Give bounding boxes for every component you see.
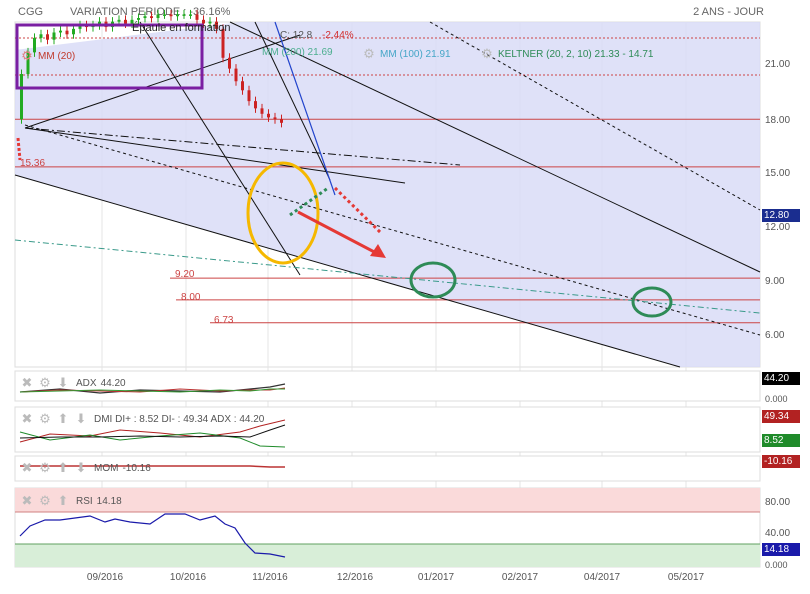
rsi-legend: ✖ ⚙ ⬆ RSI 14.18 (20, 493, 122, 508)
y-tick: 0.000 (765, 394, 788, 404)
candle-body (143, 16, 147, 19)
candle-body (39, 34, 43, 38)
candle-body (267, 113, 270, 118)
mm20-legend[interactable]: ⚙ MM (20) (20, 49, 75, 63)
mom-badge: -10.16 (762, 455, 800, 468)
candle-body (280, 119, 283, 123)
candle-body (59, 30, 62, 33)
x-tick: 10/2016 (169, 572, 207, 583)
dmi-plus-badge: 8.52 (762, 434, 800, 447)
adx-legend: ✖ ⚙ ⬇ ADX 44.20 (20, 375, 126, 390)
level-label: 9.20 (175, 269, 195, 280)
adx-badge: 44.20 (762, 372, 800, 385)
last-price-badge: 12.80 (762, 209, 800, 222)
candle-body (247, 90, 251, 102)
mm100-legend[interactable]: ⚙ MM (100) 21.91 (362, 47, 450, 61)
x-tick: 12/2016 (336, 572, 374, 583)
arrow-down-icon[interactable]: ⬇ (74, 412, 88, 426)
y-tick: 18.00 (765, 115, 791, 126)
y-tick: 15.00 (765, 168, 791, 179)
y-tick: 0.000 (765, 560, 788, 570)
candle-body (189, 14, 192, 16)
gear-icon[interactable]: ⚙ (38, 412, 52, 426)
gear-icon[interactable]: ⚙ (38, 376, 52, 390)
candle-body (117, 19, 121, 22)
keltner-legend[interactable]: ⚙ KELTNER (20, 2, 10) 21.33 - 14.71 (480, 47, 653, 61)
y-tick: 9.00 (765, 276, 785, 287)
candle-body (182, 14, 186, 16)
arrow-up-icon[interactable]: ⬆ (56, 461, 70, 475)
mom-legend: ✖ ⚙ ⬆ ⬇ MOM -10.16 (20, 460, 151, 475)
y-tick: 40.00 (765, 528, 791, 539)
x-tick: 05/2017 (667, 572, 705, 583)
candle-body (241, 81, 244, 91)
rsi-oversold-zone (15, 544, 760, 567)
candle-body (72, 28, 75, 35)
adx-panel (14, 370, 761, 402)
candle-body (260, 108, 264, 114)
rsi-overbought-zone (15, 488, 760, 512)
x-tick: 01/2017 (417, 572, 455, 583)
candle-body (234, 68, 238, 82)
x-tick: 11/2016 (252, 572, 288, 583)
x-tick: 04/2017 (583, 572, 621, 583)
close-icon[interactable]: ✖ (20, 461, 34, 475)
dmi-minus-badge: 49.34 (762, 410, 800, 423)
candle-body (46, 34, 49, 40)
arrow-up-icon[interactable]: ⬆ (56, 412, 70, 426)
candle-body (156, 14, 160, 19)
level-label: 8.00 (181, 292, 201, 303)
price-label: C: 12.8 (280, 30, 313, 41)
gear-icon[interactable]: ⚙ (38, 494, 52, 508)
gear-icon[interactable]: ⚙ (480, 47, 494, 61)
y-tick: 80.00 (765, 497, 791, 508)
candle-body (228, 57, 231, 69)
gear-icon[interactable]: ⚙ (38, 461, 52, 475)
x-tick: 02/2017 (501, 572, 539, 583)
close-icon[interactable]: ✖ (20, 412, 34, 426)
level-label: 15.36 (20, 158, 46, 169)
arrow-up-icon[interactable]: ⬆ (56, 494, 70, 508)
candle-body (176, 14, 179, 17)
candle-body (163, 14, 166, 16)
x-tick: 09/2016 (86, 572, 124, 583)
level-label: 6.73 (214, 315, 234, 326)
candle-body (195, 14, 199, 20)
rsi-badge: 14.18 (762, 543, 800, 556)
mm200-legend[interactable]: MM (200) 21.69 (262, 47, 333, 58)
change-label: -2.44% (322, 30, 354, 41)
gear-icon[interactable]: ⚙ (362, 47, 376, 61)
dmi-legend: ✖ ⚙ ⬆ ⬇ DMI DI+ : 8.52 DI- : 49.34 ADX :… (20, 411, 265, 426)
close-icon[interactable]: ✖ (20, 494, 34, 508)
candle-body (137, 18, 140, 20)
y-tick: 21.00 (765, 59, 791, 70)
candle-body (254, 101, 257, 109)
y-tick: 12.00 (765, 222, 791, 233)
gear-icon[interactable]: ⚙ (20, 49, 34, 63)
close-icon[interactable]: ✖ (20, 376, 34, 390)
candle-body (52, 32, 56, 40)
candle-body (65, 30, 69, 35)
candle-body (273, 117, 277, 120)
y-tick: 6.00 (765, 330, 785, 341)
candle-body (150, 16, 153, 19)
pattern-label: Épaule en formation (132, 22, 231, 34)
arrow-down-icon[interactable]: ⬇ (74, 461, 88, 475)
arrow-down-icon[interactable]: ⬇ (56, 376, 70, 390)
candle-body (169, 14, 173, 17)
candle-body (124, 19, 127, 24)
candle-body (20, 74, 23, 120)
